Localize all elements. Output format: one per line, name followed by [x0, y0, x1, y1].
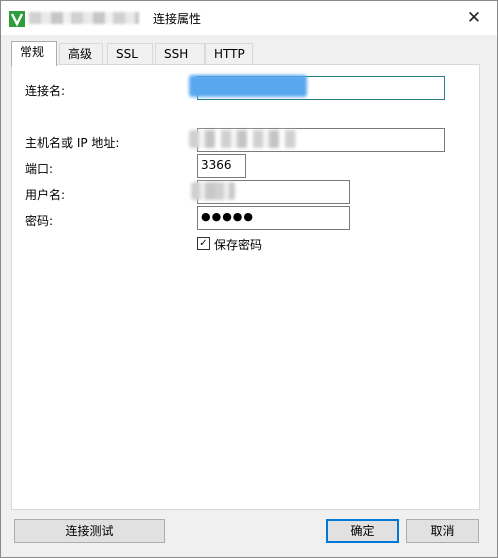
tab-general[interactable]: 常规: [11, 41, 57, 66]
connection-properties-dialog: 连接属性 ✕ 常规 高级 SSL SSH HTTP 连接名: 主机名或 IP 地…: [0, 0, 498, 558]
navicat-app-icon: [9, 11, 25, 27]
tab-bar: 常规 高级 SSL SSH HTTP: [11, 41, 491, 66]
cancel-button[interactable]: 取消: [406, 519, 479, 543]
host-label: 主机名或 IP 地址:: [25, 136, 120, 150]
tab-http[interactable]: HTTP: [205, 43, 253, 65]
redacted-username: [191, 182, 235, 200]
username-label: 用户名:: [25, 188, 66, 202]
test-connection-button[interactable]: 连接测试: [14, 519, 165, 543]
tab-advanced[interactable]: 高级: [59, 43, 103, 65]
tab-ssl[interactable]: SSL: [107, 43, 153, 65]
password-input[interactable]: ●●●●●: [197, 206, 350, 230]
tab-ssh[interactable]: SSH: [155, 43, 205, 65]
close-icon[interactable]: ✕: [463, 7, 485, 29]
save-password-label[interactable]: 保存密码: [214, 236, 262, 253]
save-password-checkbox[interactable]: ✓: [197, 237, 210, 250]
window-title: 连接属性: [153, 12, 202, 26]
ok-button[interactable]: 确定: [326, 519, 399, 543]
port-label: 端口:: [25, 162, 54, 176]
password-label: 密码:: [25, 214, 54, 228]
redacted-connection-name: [189, 75, 307, 97]
redacted-host: [189, 130, 297, 148]
connection-name-label: 连接名:: [25, 84, 66, 98]
port-input[interactable]: 3366: [197, 154, 246, 178]
title-bar: 连接属性 ✕: [1, 1, 497, 35]
redacted-window-caption: [29, 12, 139, 24]
